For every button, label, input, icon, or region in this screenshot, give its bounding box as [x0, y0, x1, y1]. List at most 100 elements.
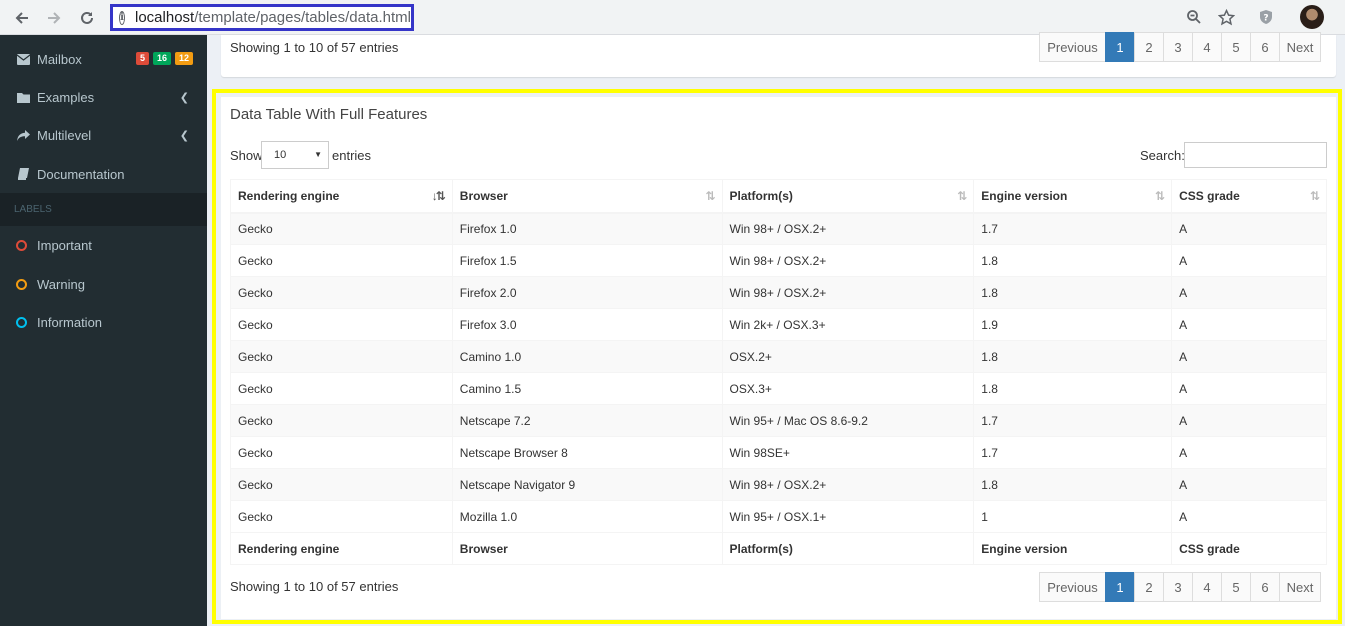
table-cell: A [1171, 212, 1327, 245]
table-footer-row: Rendering engine Browser Platform(s) Eng… [230, 532, 1327, 565]
table-cell: 1.7 [973, 436, 1173, 469]
pagination: Previous 1 2 3 4 5 6 Next [1039, 32, 1321, 62]
table-row[interactable]: Gecko Camino 1.0 OSX.2+ 1.8 A [230, 340, 1327, 373]
table-cell: A [1171, 372, 1327, 405]
table-cell: Mozilla 1.0 [451, 500, 723, 533]
pagination: Previous 1 2 3 4 5 6 Next [1039, 572, 1321, 602]
sidebar-item-mailbox[interactable]: Mailbox 5 16 12 [0, 40, 207, 78]
table-header-row: Rendering engine ↓⇅ Browser ⇅ Platform(s) ⇅… [230, 179, 1327, 214]
column-footer: Engine version [973, 532, 1173, 565]
table-row[interactable]: Gecko Netscape Navigator 9 Win 98+ / OSX.2… [230, 468, 1327, 501]
back-arrow-icon[interactable] [10, 6, 34, 30]
profile-avatar[interactable] [1300, 5, 1324, 29]
column-footer: CSS grade [1171, 532, 1327, 565]
sidebar-label-important[interactable]: Important [0, 226, 207, 264]
table-row[interactable]: Gecko Firefox 2.0 Win 98+ / OSX.2+ 1.8 A [230, 276, 1327, 309]
page-button[interactable]: 3 [1163, 572, 1193, 602]
data-table-box: Data Table With Full Features Show 10 ▼ … [221, 97, 1336, 619]
sidebar-label-information[interactable]: Information [0, 303, 207, 341]
extension-shield-icon[interactable]: ? [1256, 7, 1276, 27]
table-cell: 1.8 [973, 244, 1173, 277]
next-button[interactable]: Next [1279, 572, 1321, 602]
column-header[interactable]: Rendering engine ↓⇅ [230, 179, 453, 214]
sort-icon: ⇅ [957, 189, 967, 203]
badge-green: 16 [152, 52, 171, 65]
column-footer: Browser [451, 532, 723, 565]
page-button[interactable]: 2 [1134, 572, 1164, 602]
forward-arrow-icon[interactable] [42, 6, 66, 30]
page-button[interactable]: 4 [1192, 32, 1222, 62]
address-bar[interactable]: i localhost/template/pages/tables/data.h… [110, 4, 414, 31]
data-table: Rendering engine ↓⇅ Browser ⇅ Platform(s) ⇅… [230, 179, 1327, 565]
sort-ascending-icon: ↓⇅ [431, 189, 446, 203]
table-cell: Gecko [230, 468, 453, 501]
table-cell: 1.8 [973, 468, 1173, 501]
browser-toolbar: i localhost/template/pages/tables/data.h… [0, 0, 1345, 35]
sidebar-item-documentation[interactable]: Documentation [0, 155, 207, 193]
badge-red: 5 [135, 52, 149, 65]
url-path: /template/pages/tables/data.html [194, 9, 411, 26]
sidebar-item-label: Multilevel [37, 127, 92, 143]
caret-down-icon: ▼ [314, 150, 322, 159]
search-input[interactable] [1184, 142, 1327, 168]
page-button[interactable]: 1 [1105, 572, 1135, 602]
page-button[interactable]: 2 [1134, 32, 1164, 62]
sidebar-label-warning[interactable]: Warning [0, 265, 207, 303]
table-cell: Netscape Navigator 9 [451, 468, 723, 501]
table-cell: Win 2k+ / OSX.3+ [721, 308, 975, 341]
info-icon[interactable]: i [119, 10, 125, 25]
next-button[interactable]: Next [1279, 32, 1321, 62]
column-header[interactable]: Engine version ⇅ [973, 179, 1173, 214]
table-cell: A [1171, 468, 1327, 501]
table-cell: Gecko [230, 308, 453, 341]
page-button[interactable]: 4 [1192, 572, 1222, 602]
page-button[interactable]: 6 [1250, 572, 1280, 602]
previous-button[interactable]: Previous [1039, 32, 1106, 62]
table-cell: Firefox 2.0 [451, 276, 723, 309]
table-cell: Win 98+ / OSX.2+ [721, 244, 975, 277]
table-cell: Firefox 3.0 [451, 308, 723, 341]
column-footer: Platform(s) [721, 532, 975, 565]
table-row[interactable]: Gecko Camino 1.5 OSX.3+ 1.8 A [230, 372, 1327, 405]
envelope-icon [16, 52, 30, 66]
svg-text:?: ? [1263, 14, 1268, 24]
previous-button[interactable]: Previous [1039, 572, 1106, 602]
table-row[interactable]: Gecko Firefox 1.5 Win 98+ / OSX.2+ 1.8 A [230, 244, 1327, 277]
chevron-left-icon: ❮ [179, 92, 189, 104]
page-button[interactable]: 3 [1163, 32, 1193, 62]
badge-yellow: 12 [174, 52, 193, 65]
page-button[interactable]: 5 [1221, 32, 1251, 62]
sidebar-item-label: Important [37, 237, 92, 253]
show-label: Show [230, 148, 263, 163]
table-cell: Win 95+ / OSX.1+ [721, 500, 975, 533]
column-header[interactable]: Platform(s) ⇅ [721, 179, 975, 214]
table-row[interactable]: Gecko Firefox 3.0 Win 2k+ / OSX.3+ 1.9 A [230, 308, 1327, 341]
page-button[interactable]: 5 [1221, 572, 1251, 602]
table-row[interactable]: Gecko Firefox 1.0 Win 98+ / OSX.2+ 1.7 A [230, 212, 1327, 245]
column-header[interactable]: Browser ⇅ [451, 179, 723, 214]
column-header[interactable]: CSS grade ⇅ [1171, 179, 1327, 214]
circle-icon [16, 316, 27, 328]
table-cell: A [1171, 308, 1327, 341]
table-row[interactable]: Gecko Mozilla 1.0 Win 95+ / OSX.1+ 1 A [230, 500, 1327, 533]
sidebar-item-label: Information [37, 314, 103, 330]
folder-icon [16, 90, 30, 104]
page-button[interactable]: 6 [1250, 32, 1280, 62]
table-cell: Gecko [230, 276, 453, 309]
table-row[interactable]: Gecko Netscape Browser 8 Win 98SE+ 1.7 A [230, 436, 1327, 469]
sidebar-item-examples[interactable]: Examples ❮ [0, 78, 207, 116]
table-cell: A [1171, 340, 1327, 373]
star-icon[interactable] [1216, 7, 1236, 27]
zoom-icon[interactable] [1184, 7, 1204, 27]
reload-icon[interactable] [75, 6, 99, 30]
table-cell: Netscape Browser 8 [451, 436, 723, 469]
table-row[interactable]: Gecko Netscape 7.2 Win 95+ / Mac OS 8.6-9.… [230, 404, 1327, 437]
page-button[interactable]: 1 [1105, 32, 1135, 62]
sidebar-item-multilevel[interactable]: Multilevel ❮ [0, 116, 207, 154]
table-cell: A [1171, 244, 1327, 277]
entries-per-page-select[interactable]: 10 ▼ [261, 141, 329, 169]
table-cell: Camino 1.5 [451, 372, 723, 405]
table-cell: Gecko [230, 436, 453, 469]
circle-icon [16, 239, 27, 251]
table-cell: 1.7 [973, 212, 1173, 245]
